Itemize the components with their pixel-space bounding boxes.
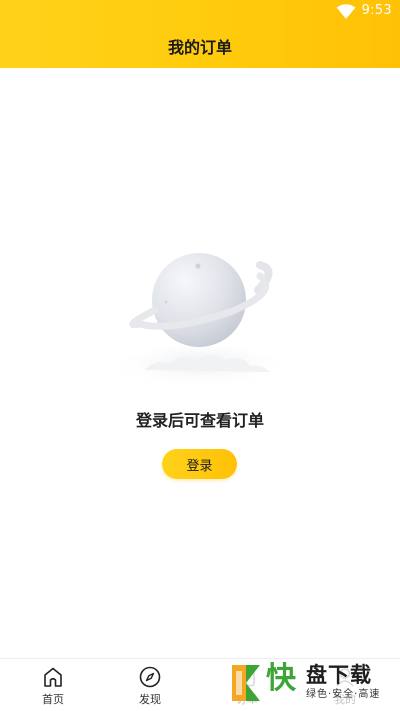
- empty-state-message: 登录后可查看订单: [135, 411, 264, 430]
- planet-illustration: [120, 253, 280, 390]
- nav-item-home[interactable]: 首页: [13, 659, 93, 711]
- home-icon: [44, 667, 62, 687]
- watermark-char: 快: [266, 661, 296, 696]
- compass-icon: [139, 666, 161, 688]
- status-bar: 9:53: [0, 0, 400, 24]
- watermark-logo: 快 盘下载 绿色·安全·高速: [228, 658, 400, 710]
- nav-item-discover[interactable]: 发现: [110, 659, 190, 711]
- nav-label-discover: 发现: [139, 693, 161, 706]
- page-title: 我的订单: [167, 38, 232, 57]
- watermark-title: 盘下载: [306, 663, 372, 687]
- login-button[interactable]: 登录: [162, 449, 237, 479]
- watermark-subtitle: 绿色·安全·高速: [306, 689, 381, 700]
- clock: 9:53: [361, 3, 392, 18]
- nav-label-home: 首页: [42, 693, 64, 706]
- header-bar: 9:53 我的订单: [0, 0, 400, 68]
- watermark-emblem-icon: [232, 665, 260, 701]
- wifi-icon: [336, 4, 356, 19]
